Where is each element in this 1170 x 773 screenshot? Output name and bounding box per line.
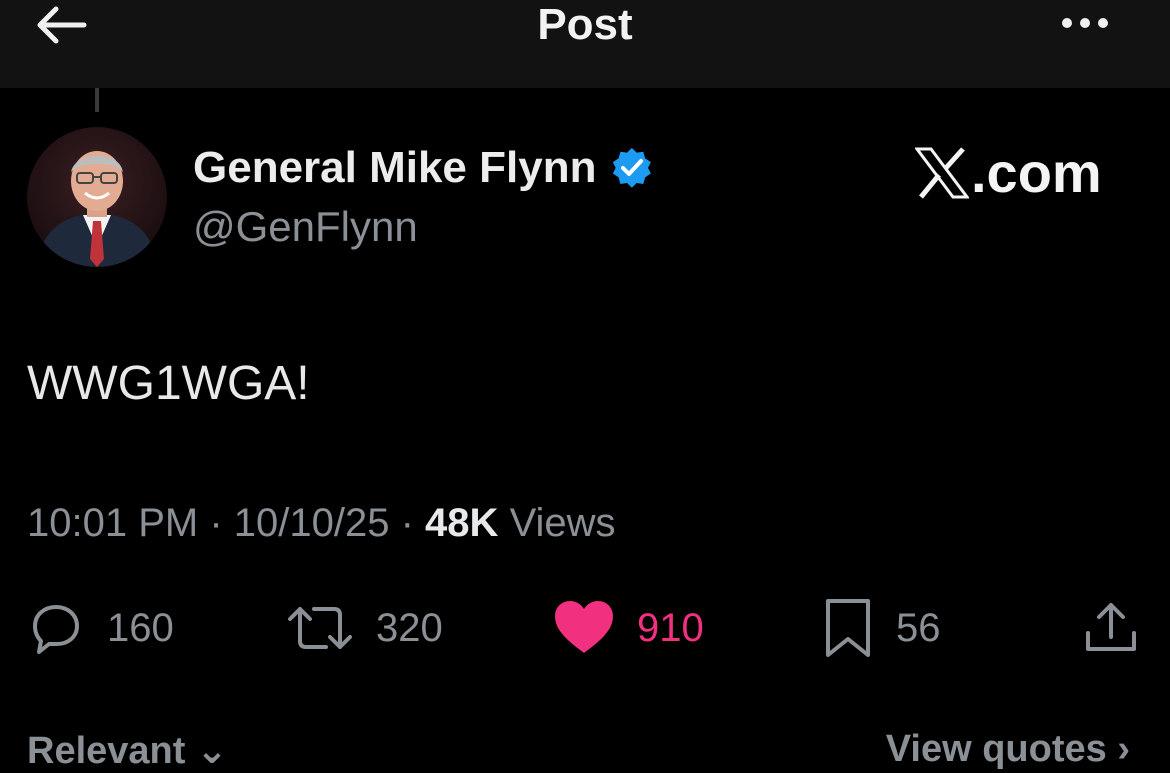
bookmark-button[interactable]: 56 bbox=[822, 590, 941, 666]
heart-filled-icon bbox=[555, 601, 613, 653]
reply-icon bbox=[33, 605, 79, 654]
author-display-name[interactable]: General Mike Flynn bbox=[193, 143, 654, 193]
post-text: WWG1WGA! bbox=[27, 357, 310, 410]
chevron-down-icon: ⌄ bbox=[195, 730, 228, 772]
action-bar: 160 320 910 56 bbox=[0, 590, 1170, 666]
reply-button[interactable]: 160 bbox=[27, 590, 174, 666]
top-bar: Post bbox=[0, 0, 1170, 88]
x-logo-icon bbox=[915, 146, 969, 199]
like-button[interactable]: 910 bbox=[553, 590, 704, 666]
repost-button[interactable]: 320 bbox=[286, 590, 443, 666]
page-title: Post bbox=[537, 0, 633, 49]
avatar-image bbox=[27, 127, 167, 267]
repost-icon bbox=[288, 607, 352, 649]
post-date[interactable]: 10/10/25 bbox=[234, 501, 390, 545]
author-name-text: General Mike Flynn bbox=[193, 143, 597, 192]
sort-relevant-label: Relevant bbox=[27, 730, 186, 772]
back-button[interactable] bbox=[30, 0, 90, 50]
separator-dot: · bbox=[209, 501, 234, 545]
bookmark-icon bbox=[826, 599, 870, 657]
arrow-left-icon bbox=[37, 6, 87, 44]
verified-badge-icon bbox=[613, 147, 652, 188]
separator-dot: · bbox=[400, 501, 426, 545]
views-count: 48K bbox=[425, 501, 499, 545]
avatar[interactable] bbox=[27, 127, 167, 267]
view-quotes-label: View quotes bbox=[885, 728, 1107, 770]
share-icon bbox=[1086, 603, 1136, 651]
more-horizontal-icon bbox=[1062, 18, 1072, 28]
more-options-button[interactable] bbox=[1050, 8, 1120, 38]
repost-count: 320 bbox=[376, 605, 443, 650]
watermark-text: .com bbox=[971, 141, 1102, 204]
view-quotes-link[interactable]: View quotes › bbox=[886, 728, 1130, 771]
thread-connector-line bbox=[95, 88, 99, 112]
views-label: Views bbox=[509, 501, 616, 545]
reply-count: 160 bbox=[107, 605, 174, 650]
chevron-right-icon: › bbox=[1117, 728, 1130, 770]
bookmark-count: 56 bbox=[896, 605, 941, 650]
post-time[interactable]: 10:01 PM bbox=[27, 501, 198, 545]
share-button[interactable] bbox=[1082, 590, 1140, 666]
replies-sort-bar: Relevant ⌄ View quotes › bbox=[0, 728, 1170, 772]
post-meta: 10:01 PM · 10/10/25 · 48K Views bbox=[27, 501, 616, 546]
x-watermark: .com bbox=[915, 140, 1102, 205]
author-handle[interactable]: @GenFlynn bbox=[193, 203, 418, 251]
like-count: 910 bbox=[637, 605, 704, 650]
